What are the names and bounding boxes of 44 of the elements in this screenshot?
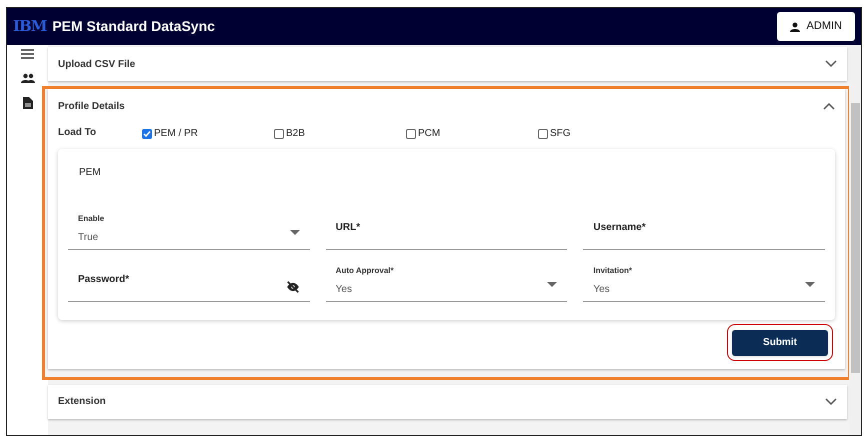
checkbox[interactable] <box>274 128 284 138</box>
chevron-up-icon[interactable] <box>823 102 835 110</box>
document-icon[interactable] <box>22 97 32 109</box>
chevron-down-icon[interactable] <box>825 398 837 406</box>
checkbox-option[interactable]: SFG <box>538 126 670 141</box>
checkbox-option[interactable]: PCM <box>406 126 538 141</box>
input-field[interactable]: Username* <box>583 208 826 250</box>
person-icon <box>790 22 800 32</box>
field-value: True <box>78 231 100 245</box>
card-title: PEM <box>78 166 102 180</box>
dropdown-field[interactable]: Invitation* Yes <box>583 260 826 302</box>
dropdown-caret-icon <box>290 230 300 235</box>
checkbox[interactable] <box>406 128 416 138</box>
dropdown-field[interactable]: Enable True <box>68 208 310 250</box>
chevron-down-icon[interactable] <box>825 60 837 68</box>
app-title: PEM Standard DataSync <box>52 17 215 36</box>
checkbox[interactable] <box>538 128 548 138</box>
field-label: Enable <box>78 213 106 225</box>
section-title: Upload CSV File <box>58 58 136 72</box>
checkbox-option[interactable]: B2B <box>274 126 406 141</box>
field-label: Auto Approval* <box>336 265 395 277</box>
dropdown-field[interactable]: Auto Approval* Yes <box>326 260 568 302</box>
password-field[interactable]: Password* <box>68 260 310 302</box>
field-label: Invitation* <box>593 265 634 277</box>
field-value: Yes <box>336 283 353 297</box>
field-label: Username* <box>593 221 647 235</box>
dropdown-caret-icon <box>805 282 816 287</box>
load-to-label: Load To <box>58 126 98 140</box>
user-button[interactable]: ADMIN <box>776 12 855 41</box>
logo: IBM <box>13 16 46 38</box>
menu-icon[interactable] <box>21 49 34 59</box>
eye-off-icon[interactable] <box>286 281 300 293</box>
submit-button[interactable]: Submit <box>732 330 828 356</box>
section-title: Extension <box>58 395 106 409</box>
field-label: URL* <box>336 221 362 235</box>
people-icon[interactable] <box>20 73 34 83</box>
dropdown-caret-icon <box>547 282 558 287</box>
input-field[interactable]: URL* <box>326 208 568 250</box>
field-label: Password* <box>78 273 130 287</box>
checkbox-option[interactable]: PEM / PR <box>142 126 274 141</box>
field-value: Yes <box>593 283 611 297</box>
checked-checkbox[interactable] <box>142 128 152 138</box>
scrollbar[interactable] <box>849 45 861 435</box>
section-title: Profile Details <box>58 100 125 114</box>
